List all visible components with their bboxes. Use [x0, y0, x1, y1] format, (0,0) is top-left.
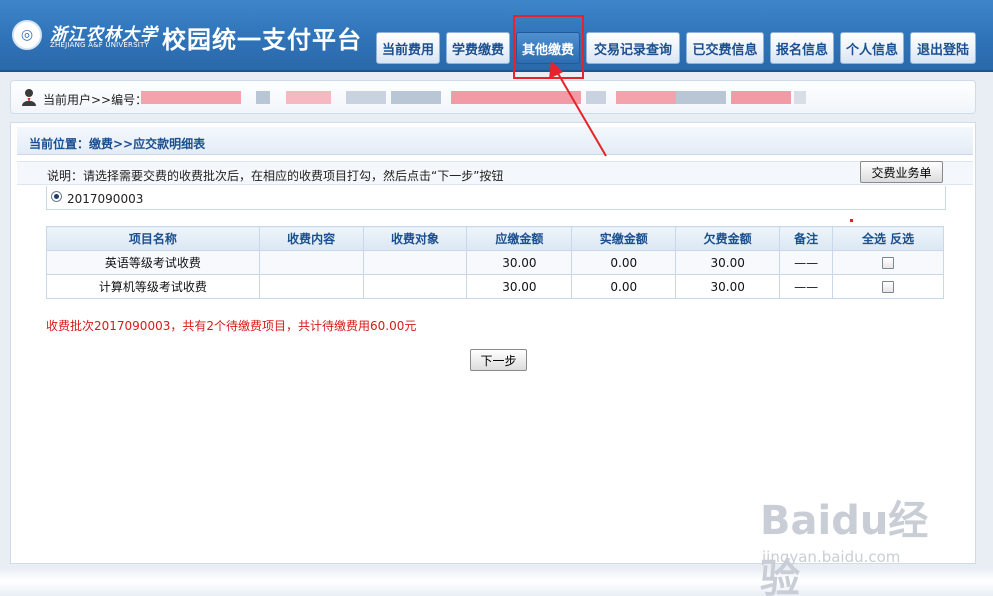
baidu-watermark: Baidu经验 jingyan.baidu.com — [760, 488, 960, 596]
watermark-main: Baidu经验 — [760, 498, 929, 596]
watermark-sub: jingyan.baidu.com — [762, 548, 901, 566]
